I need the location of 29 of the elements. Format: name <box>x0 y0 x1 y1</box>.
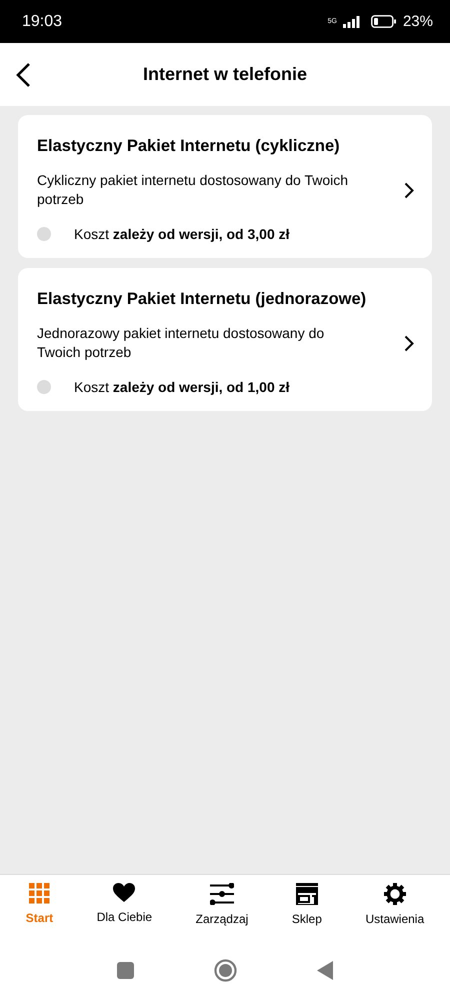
chevron-right-icon[interactable] <box>404 334 414 352</box>
signal-icon <box>342 16 361 28</box>
nav-tab[interactable]: Dla Ciebie <box>92 883 156 949</box>
shop-icon <box>296 883 318 905</box>
status-dot-icon <box>37 380 51 394</box>
home-icon[interactable] <box>214 958 237 982</box>
offer-card[interactable]: Elastyczny Pakiet Internetu (jednorazowe) Jednorazowy pakiet internetu dostosowany do Twoich potrzeb Koszt zależy od wersji, od 1,00 zł <box>18 268 432 411</box>
offer-description: Jednorazowy pakiet internetu dostosowany do Twoich potrzeb <box>37 324 326 362</box>
offer-title: Elastyczny Pakiet Internetu (jednorazowe) <box>37 290 368 309</box>
status-dot-icon <box>37 227 51 241</box>
nav-tab[interactable]: Zarządzaj <box>192 883 252 949</box>
offer-cost: Koszt zależy od wersji, od 1,00 zł <box>74 379 290 395</box>
status-time: 19:03 <box>22 12 64 30</box>
battery-icon <box>370 15 397 28</box>
offer-description: Cykliczny pakiet internetu dostosowany do Twoich potrzeb <box>37 171 350 209</box>
grid-icon <box>28 883 50 904</box>
page-title: Internet w telefonie <box>142 64 308 85</box>
settings-icon <box>384 883 406 905</box>
nav-tab[interactable]: Ustawienia <box>361 883 428 949</box>
sliders-icon <box>210 883 234 905</box>
recents-icon[interactable] <box>117 962 134 978</box>
chevron-right-icon[interactable] <box>404 182 414 198</box>
battery-percent: 23% <box>402 13 433 30</box>
offer-card[interactable]: Elastyczny Pakiet Internetu (cykliczne) Cykliczny pakiet internetu dostosowany do Twoich potrzeb Koszt zależy od wersji, od 3,00 zł <box>18 115 432 258</box>
back-triangle-icon[interactable] <box>317 960 333 980</box>
nav-tab[interactable]: Sklep <box>288 883 326 949</box>
offer-cost: Koszt zależy od wersji, od 3,00 zł <box>74 226 290 242</box>
heart-icon <box>113 883 136 903</box>
offer-title: Elastyczny Pakiet Internetu (cykliczne) <box>37 137 341 156</box>
